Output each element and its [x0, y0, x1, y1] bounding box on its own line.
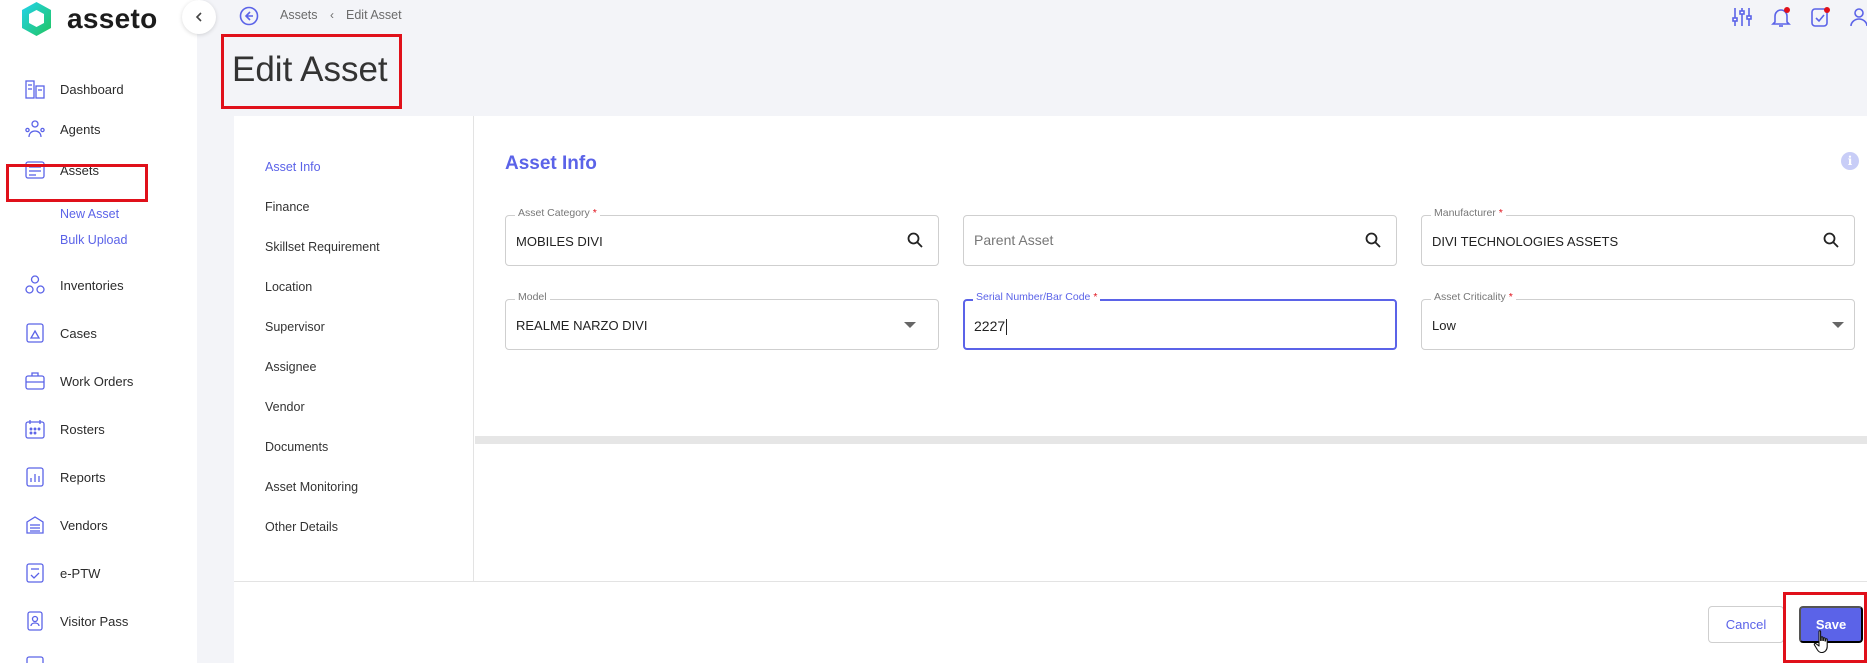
sidebar-item-dashboard[interactable]: Dashboard	[24, 74, 124, 104]
tab-vendor[interactable]: Vendor	[265, 400, 305, 414]
highlight-assets	[6, 164, 148, 202]
asset-criticality-select[interactable]: Asset Criticality * Low	[1421, 291, 1855, 350]
user-profile-icon[interactable]	[1847, 5, 1867, 29]
sidebar-item-reports[interactable]: Reports	[24, 462, 106, 492]
inventories-icon	[25, 275, 45, 294]
logo[interactable]: asseto	[20, 0, 158, 38]
dropdown-caret-icon	[904, 322, 916, 328]
search-icon[interactable]	[906, 231, 924, 249]
sidebar-item-vendors[interactable]: Vendors	[24, 510, 108, 540]
rosters-icon	[25, 420, 45, 439]
tab-location[interactable]: Location	[265, 280, 312, 294]
logo-mark-icon	[22, 2, 51, 36]
info-icon[interactable]: i	[1841, 152, 1859, 170]
serial-number-value: 2227	[974, 318, 1008, 336]
section-tabs: Asset Info Finance Skillset Requirement …	[234, 116, 474, 581]
manufacturer-field[interactable]: Manufacturer * DIVI TECHNOLOGIES ASSETS	[1421, 207, 1855, 266]
sidebar-item-label: Dashboard	[60, 81, 124, 97]
tasks-icon[interactable]	[1808, 5, 1832, 29]
sidebar-subitem-bulk-upload[interactable]: Bulk Upload	[60, 233, 127, 247]
sidebar-item-label: Visitor Pass	[60, 613, 129, 629]
asset-criticality-label: Asset Criticality *	[1431, 291, 1516, 303]
sidebar-item-rosters[interactable]: Rosters	[24, 414, 105, 444]
sidebar-item-label: Vendors	[60, 517, 108, 533]
sidebar-item-inventories[interactable]: Inventories	[24, 270, 124, 300]
section-divider	[475, 436, 1867, 444]
logo-text: asseto	[67, 3, 158, 34]
section-title: Asset Info	[505, 153, 597, 174]
sidebar-item-label: Reports	[60, 469, 106, 485]
tab-skillset-requirement[interactable]: Skillset Requirement	[265, 240, 380, 254]
breadcrumb-assets[interactable]: Assets	[280, 8, 318, 22]
tab-finance[interactable]: Finance	[265, 200, 309, 214]
tab-assignee[interactable]: Assignee	[265, 360, 316, 374]
sidebar-item-agents[interactable]: Agents	[24, 114, 100, 144]
model-value: REALME NARZO DIVI	[516, 318, 648, 333]
manufacturer-label: Manufacturer *	[1431, 207, 1506, 219]
hand-cursor-icon	[1813, 630, 1828, 654]
parent-asset-placeholder: Parent Asset	[974, 232, 1054, 248]
sidebar-item-label: Rosters	[60, 421, 105, 437]
edit-asset-card: Asset Info Finance Skillset Requirement …	[234, 116, 1867, 663]
sidebar-item-label: e-PTW	[60, 565, 101, 581]
breadcrumb-current: Edit Asset	[346, 8, 402, 22]
search-icon[interactable]	[1364, 231, 1382, 249]
tab-documents[interactable]: Documents	[265, 440, 328, 454]
manufacturer-value: DIVI TECHNOLOGIES ASSETS	[1432, 234, 1619, 249]
back-icon[interactable]	[239, 6, 259, 26]
sidebar-item-label: Cases	[60, 325, 97, 341]
visitor-pass-icon	[27, 611, 43, 631]
sidebar: asseto Dashboard Agents Assets New Asset…	[0, 0, 197, 663]
more-icon	[26, 656, 44, 663]
dropdown-caret-icon	[1832, 322, 1844, 328]
work-orders-icon	[25, 372, 45, 390]
collapse-sidebar-button[interactable]	[182, 0, 216, 34]
dashboard-icon	[25, 80, 45, 99]
tab-asset-info[interactable]: Asset Info	[265, 160, 321, 174]
sidebar-item-label: Agents	[60, 121, 101, 137]
parent-asset-field[interactable]: Parent Asset	[963, 215, 1397, 266]
sidebar-item-visitor-pass[interactable]: Visitor Pass	[24, 606, 128, 636]
tab-other-details[interactable]: Other Details	[265, 520, 338, 534]
notification-bell-icon[interactable]	[1769, 5, 1793, 29]
sidebar-item-work-orders[interactable]: Work Orders	[24, 366, 133, 396]
top-bar: Assets ‹ Edit Asset	[197, 0, 1867, 32]
sidebar-item-label: Inventories	[60, 277, 124, 293]
cancel-button[interactable]: Cancel	[1708, 606, 1784, 643]
cases-icon	[26, 323, 44, 343]
chevron-left-icon	[195, 12, 202, 22]
sidebar-item-eptw[interactable]: e-PTW	[24, 558, 100, 588]
text-cursor	[1006, 319, 1008, 336]
sidebar-subitem-new-asset[interactable]: New Asset	[60, 207, 119, 221]
model-select[interactable]: Model REALME NARZO DIVI	[505, 291, 939, 350]
filter-sliders-icon[interactable]	[1730, 5, 1754, 29]
asset-category-field[interactable]: Asset Category * MOBILES DIVI	[505, 207, 939, 266]
asset-category-label: Asset Category *	[515, 207, 600, 219]
asset-criticality-value: Low	[1432, 318, 1456, 333]
sidebar-item-cases[interactable]: Cases	[24, 318, 97, 348]
highlight-page-title	[221, 34, 402, 109]
footer-divider	[234, 581, 1867, 582]
tab-supervisor[interactable]: Supervisor	[265, 320, 325, 334]
model-label: Model	[515, 291, 550, 303]
agents-icon	[25, 120, 45, 138]
sidebar-item-more[interactable]	[24, 650, 60, 663]
tab-asset-monitoring[interactable]: Asset Monitoring	[265, 480, 358, 494]
vendors-icon	[26, 516, 44, 534]
serial-number-field[interactable]: Serial Number/Bar Code * 2227	[963, 291, 1397, 350]
eptw-icon	[26, 563, 44, 583]
breadcrumb-separator-icon: ‹	[330, 8, 334, 22]
search-icon[interactable]	[1822, 231, 1840, 249]
asset-category-value: MOBILES DIVI	[516, 234, 603, 249]
serial-number-label: Serial Number/Bar Code *	[973, 291, 1101, 303]
sidebar-item-label: Work Orders	[60, 373, 134, 389]
reports-icon	[26, 467, 44, 487]
